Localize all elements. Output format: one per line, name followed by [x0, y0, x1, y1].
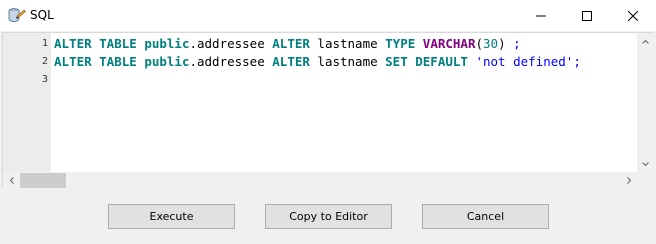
code-token: .addressee: [189, 54, 273, 69]
chevron-up-icon: [642, 39, 649, 44]
scroll-down-button[interactable]: [637, 155, 654, 172]
code-token: TYPE: [385, 36, 423, 51]
sql-editor[interactable]: 1 2 3 ALTER TABLE public.addressee ALTER…: [2, 32, 654, 189]
code-line-2[interactable]: ALTER TABLE public.addressee ALTER lastn…: [54, 54, 634, 69]
scroll-thumb[interactable]: [20, 173, 66, 188]
code-token: ;: [513, 36, 521, 51]
code-line-1[interactable]: ALTER TABLE public.addressee ALTER lastn…: [54, 36, 634, 51]
horizontal-scrollbar[interactable]: [3, 172, 637, 189]
code-token: 'not defined': [475, 54, 574, 69]
code-token: ALTER TABLE: [54, 36, 145, 51]
code-token: SET DEFAULT: [385, 54, 476, 69]
copy-to-editor-button[interactable]: Copy to Editor: [265, 204, 392, 229]
chevron-left-icon: [9, 177, 14, 184]
title-bar: SQL: [0, 0, 656, 31]
scroll-right-button[interactable]: [620, 172, 637, 189]
scroll-up-button[interactable]: [637, 33, 654, 50]
code-token: .addressee: [189, 36, 273, 51]
code-token: VARCHAR: [422, 36, 476, 51]
maximize-icon: [582, 10, 592, 21]
line-number: 3: [41, 74, 48, 85]
window-title: SQL: [30, 8, 54, 22]
close-icon: [628, 10, 638, 21]
code-token: public: [144, 54, 190, 69]
cancel-button[interactable]: Cancel: [422, 204, 549, 229]
line-number: 1: [41, 38, 48, 49]
code-token: ALTER: [272, 36, 318, 51]
chevron-right-icon: [626, 177, 631, 184]
close-button[interactable]: [610, 0, 656, 31]
chevron-down-icon: [642, 161, 649, 166]
code-token: (: [475, 36, 484, 51]
line-number-gutter: 1 2 3: [3, 33, 51, 172]
code-token: lastname: [317, 54, 386, 69]
line-number: 2: [41, 56, 48, 67]
maximize-button[interactable]: [564, 0, 610, 31]
scrollbar-corner: [637, 172, 654, 189]
vertical-scrollbar[interactable]: [637, 33, 654, 172]
code-token: public: [144, 36, 190, 51]
code-token: ALTER: [272, 54, 318, 69]
scroll-left-button[interactable]: [3, 172, 20, 189]
code-token: ;: [573, 54, 581, 69]
code-token: 30: [483, 36, 499, 51]
minimize-button[interactable]: [518, 0, 564, 31]
code-token: ): [498, 36, 514, 51]
code-token: lastname: [317, 36, 386, 51]
execute-button[interactable]: Execute: [108, 204, 235, 229]
sql-app-icon: [8, 8, 26, 22]
minimize-icon: [536, 15, 546, 16]
code-token: ALTER TABLE: [54, 54, 145, 69]
